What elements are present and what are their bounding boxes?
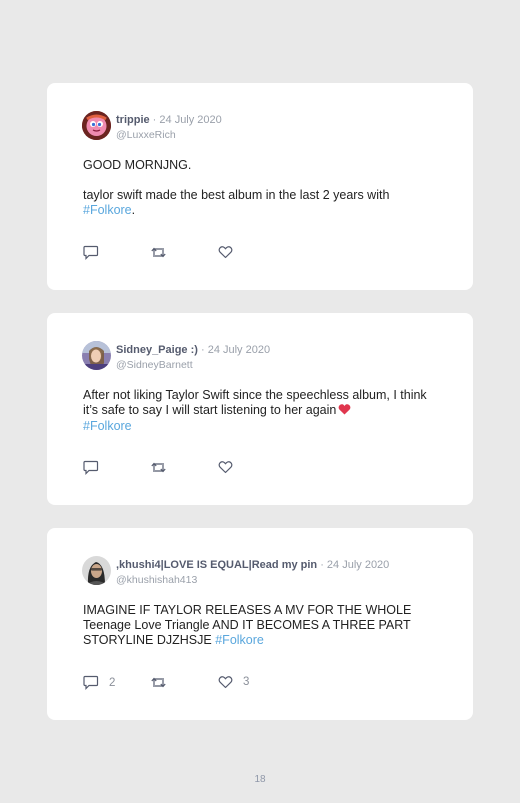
tweet-meta: ,khushi4|LOVE IS EQUAL|Read my pin · 24 … (116, 557, 389, 587)
page-number: 18 (254, 774, 266, 785)
hashtag-link[interactable]: #Folkore (83, 419, 132, 433)
retweet-icon (150, 675, 167, 690)
tweet-actions (83, 460, 283, 476)
hashtag-link[interactable]: #Folkore (83, 203, 132, 217)
reply-button[interactable]: 2 (83, 675, 115, 690)
retweet-button[interactable] (150, 245, 167, 260)
tweet-card: Sidney_Paige :) · 24 July 2020 @SidneyBa… (47, 313, 473, 505)
retweet-button[interactable] (150, 675, 167, 690)
tweet-date: · 24 July 2020 (197, 344, 271, 356)
user-name[interactable]: ,khushi4|LOVE IS EQUAL|Read my pin (116, 559, 317, 571)
retweet-icon (150, 245, 167, 260)
tweet-actions: 2 3 (83, 675, 283, 691)
tweet-card: trippie · 24 July 2020 @LuxxeRich GOOD M… (47, 83, 473, 290)
avatar[interactable] (82, 341, 111, 370)
tweet-text: GOOD MORNJNG. taylor swift made the best… (83, 158, 443, 218)
tweet-text: After not liking Taylor Swift since the … (83, 388, 427, 433)
reply-count: 2 (109, 676, 116, 689)
like-icon (218, 460, 233, 474)
tweet-text-line: GOOD MORNJNG. (83, 158, 192, 172)
retweet-icon (150, 460, 167, 475)
tweet-meta: trippie · 24 July 2020 @LuxxeRich (116, 112, 222, 142)
like-button[interactable]: 3 (218, 675, 249, 689)
retweet-button[interactable] (150, 460, 167, 475)
user-name[interactable]: trippie (116, 114, 150, 126)
tweet-date: · 24 July 2020 (317, 559, 390, 571)
user-name[interactable]: Sidney_Paige :) (116, 344, 198, 356)
tweet-date: · 24 July 2020 (149, 114, 222, 126)
hashtag-link[interactable]: #Folkore (215, 633, 264, 647)
like-icon (218, 245, 233, 259)
user-handle[interactable]: @LuxxeRich (116, 129, 176, 141)
like-icon (218, 675, 233, 689)
like-button[interactable] (218, 460, 243, 474)
like-button[interactable] (218, 245, 243, 259)
reply-icon (83, 245, 99, 260)
avatar[interactable] (82, 556, 111, 585)
tweet-text: IMAGINE IF TAYLOR RELEASES A MV FOR THE … (83, 603, 412, 647)
tweet-text-line: taylor swift made the best album in the … (83, 188, 390, 217)
avatar[interactable] (82, 111, 111, 140)
reply-button[interactable] (83, 460, 109, 475)
reply-icon (83, 460, 99, 475)
tweet-meta: Sidney_Paige :) · 24 July 2020 @SidneyBa… (116, 342, 270, 372)
user-handle[interactable]: @SidneyBarnett (116, 359, 193, 371)
reply-button[interactable] (83, 245, 109, 260)
tweet-card: ,khushi4|LOVE IS EQUAL|Read my pin · 24 … (47, 528, 473, 720)
reply-icon (83, 675, 99, 690)
like-count: 3 (243, 676, 250, 688)
red-heart-emoji (338, 403, 351, 419)
user-handle[interactable]: @khushishah413 (116, 574, 197, 586)
tweet-actions (83, 245, 283, 261)
